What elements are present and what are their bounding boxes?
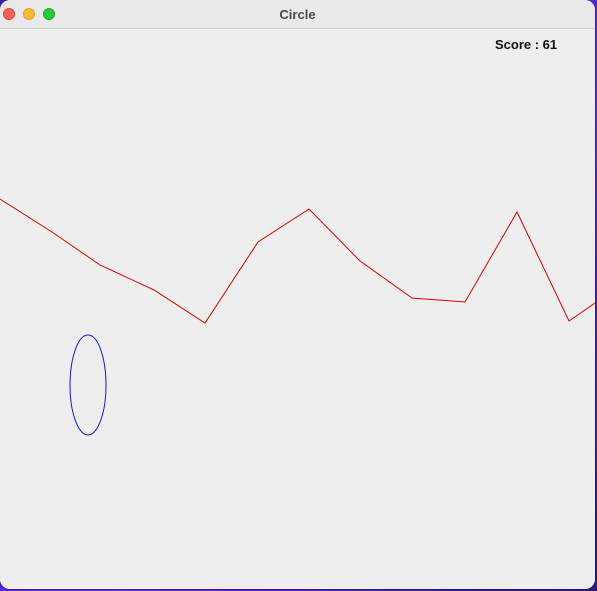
game-canvas[interactable]: Score : 61 bbox=[0, 29, 595, 589]
window-title: Circle bbox=[279, 7, 316, 22]
player-ball bbox=[69, 334, 107, 436]
game-field bbox=[0, 198, 595, 436]
game-window: Circle Score : 61 bbox=[0, 0, 595, 589]
terrain-line bbox=[0, 198, 595, 324]
title-bar[interactable]: Circle bbox=[0, 0, 595, 29]
